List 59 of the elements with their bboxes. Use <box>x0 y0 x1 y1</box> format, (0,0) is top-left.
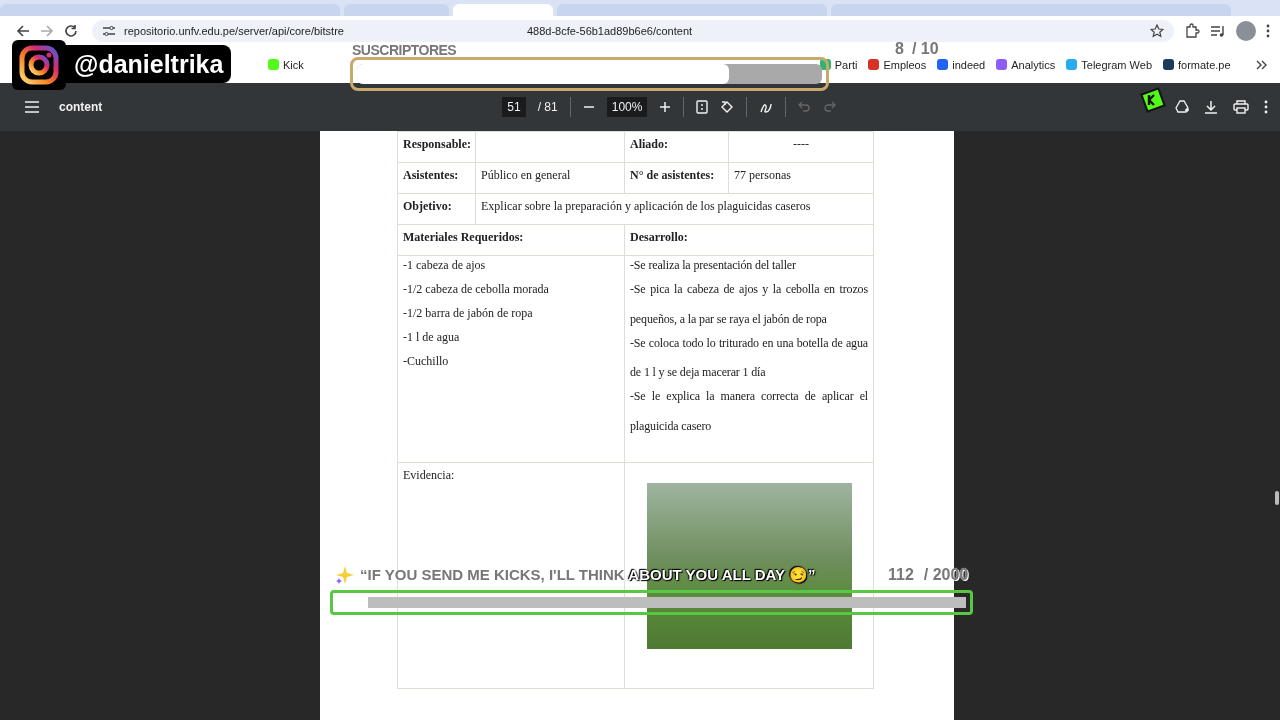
field-value: Explicar sobre la preparación y aplicación de los plaguicidas caseros <box>475 193 874 225</box>
download-icon[interactable] <box>1204 100 1218 114</box>
url-text: 488d-8cfe-56b1ad89b6e6/content <box>526 25 693 37</box>
bookmark[interactable]: indeed <box>937 58 986 71</box>
list-item: -1/2 barra de jabón de ropa <box>403 305 534 322</box>
list-item: -Cuchillo <box>403 353 450 370</box>
page-number-field[interactable]: 51 <box>502 97 526 117</box>
list-item: -1/2 cabeza de cebolla morada <box>403 281 550 298</box>
address-bar[interactable]: repositorio.unfv.edu.pe/server/api/core/bitstre 488d-8cfe-56b1ad89b6e6/content <box>92 20 1174 42</box>
url-text: repositorio.unfv.edu.pe/server/api/core/bitstre <box>124 25 344 37</box>
paragraph: -Se le explica la manera correcta de aplicar el plaguicida casero <box>630 388 868 435</box>
more-menu-icon[interactable] <box>1266 24 1270 38</box>
bookmark[interactable]: Analytics <box>996 58 1056 71</box>
goal-title: SUSCRIPTORES <box>352 42 457 58</box>
scrollbar-thumb[interactable] <box>1275 491 1279 505</box>
media-queue-icon[interactable] <box>1210 24 1226 38</box>
chevron-right-icon[interactable] <box>1256 59 1268 70</box>
list-item: -1 cabeza de ajos <box>403 257 487 274</box>
extensions-icon[interactable] <box>1184 23 1200 39</box>
field-label: Aliado: <box>624 131 729 163</box>
document-title: content <box>59 100 103 114</box>
paragraph: -Se coloca todo lo triturado en una botella de agua de 1 l y se deja macerar 1 día <box>630 334 868 382</box>
bookmark[interactable]: formate.pe <box>1163 58 1231 71</box>
more-menu-icon[interactable] <box>1264 100 1268 114</box>
bookmark[interactable]: Telegram Web <box>1066 58 1152 71</box>
camera-icon <box>19 45 59 85</box>
bookmark[interactable]: Kick <box>268 58 304 71</box>
sparkle-icon <box>336 566 354 584</box>
back-arrow-icon[interactable] <box>16 24 30 38</box>
rotate-icon[interactable] <box>720 100 735 114</box>
page-count: / 81 <box>537 100 558 114</box>
field-label: Evidencia: <box>403 468 455 482</box>
goal-count: 8 <box>895 40 904 58</box>
list-item: -1 l de agua <box>403 329 461 346</box>
section-heading: Desarrollo: <box>624 224 874 256</box>
field-label: Objetivo: <box>397 193 476 225</box>
goal-count: 112 <box>888 566 914 584</box>
drive-add-icon[interactable] <box>1175 100 1189 114</box>
star-icon[interactable] <box>1150 24 1164 38</box>
field-value: ---- <box>728 131 874 163</box>
zoom-field[interactable]: 100% <box>606 97 648 117</box>
bookmark[interactable]: Empleos <box>868 58 927 71</box>
zoom-in-icon[interactable] <box>659 101 672 113</box>
paragraph: -Se realiza la presentación del taller <box>630 257 797 274</box>
field-label: N° de asistentes: <box>624 162 729 194</box>
social-handle: @danieltrika <box>66 45 232 83</box>
section-heading: Materiales Requeridos: <box>397 224 625 256</box>
goal-total: / 10 <box>911 40 939 58</box>
fit-page-icon[interactable] <box>696 100 709 114</box>
field-label: Asistentes: <box>397 162 476 194</box>
profile-avatar[interactable] <box>1236 21 1256 41</box>
menu-icon[interactable] <box>25 101 39 113</box>
site-settings-icon[interactable] <box>102 25 116 37</box>
field-value: 77 personas <box>728 162 874 194</box>
field-value: Público en general <box>475 162 625 194</box>
field-label: Responsable: <box>397 131 476 163</box>
reload-icon[interactable] <box>64 24 78 38</box>
paragraph: -Se pica la cabeza de ajos y la cebolla en trozos pequeños, a la par se raya el jabón de ropa <box>630 281 868 328</box>
print-icon[interactable] <box>1233 100 1249 114</box>
